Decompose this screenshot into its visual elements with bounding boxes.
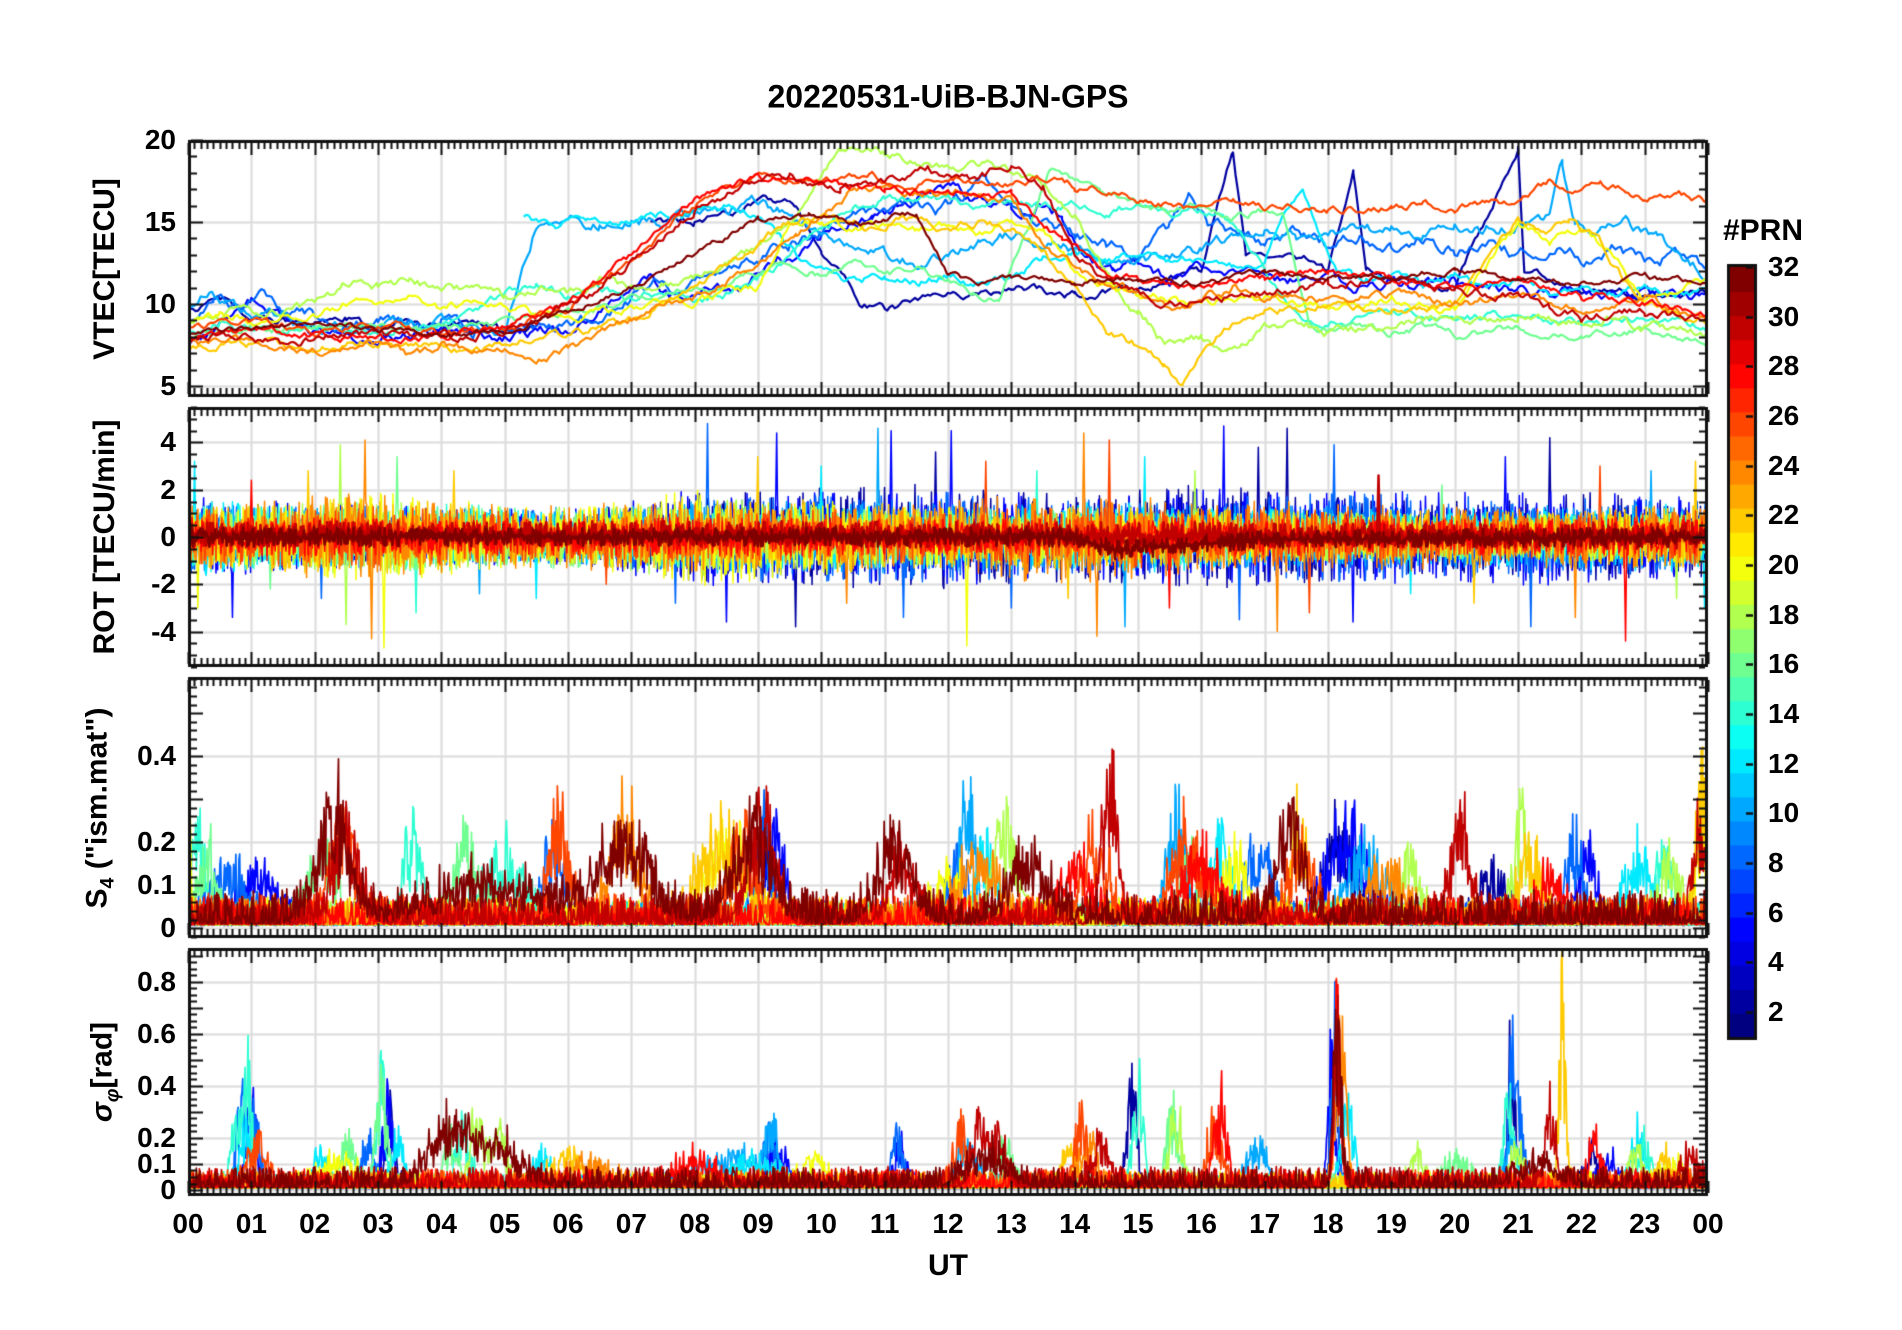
y-tick-label: 0	[160, 1174, 176, 1205]
x-tick-label: 04	[425, 1208, 457, 1239]
y-tick-label: 0.4	[137, 740, 176, 772]
x-tick-label: 13	[995, 1208, 1027, 1239]
x-tick-label: 16	[1185, 1208, 1217, 1239]
y-tick-label: 0.8	[137, 965, 176, 997]
x-tick-label: 07	[615, 1208, 647, 1239]
colorbar-tick-label: 2	[1768, 996, 1784, 1028]
y-tick-label: 0	[160, 521, 176, 552]
x-tick-label: 22	[1565, 1208, 1597, 1239]
x-tick-label: 00	[1692, 1208, 1724, 1239]
x-tick-label: 19	[1375, 1208, 1407, 1239]
colorbar-tick-label: 32	[1768, 251, 1800, 282]
x-tick-label: 11	[869, 1208, 900, 1239]
x-tick-label: 02	[299, 1208, 331, 1239]
colorbar-tick-label: 10	[1768, 797, 1800, 829]
x-tick-label: 14	[1059, 1208, 1091, 1239]
chart-title: 20220531-UiB-BJN-GPS	[767, 78, 1129, 115]
colorbar-tick-label: 22	[1768, 499, 1800, 531]
x-tick-label: 09	[742, 1208, 774, 1239]
x-tick-label: 00	[172, 1208, 204, 1239]
y-tick-label: 0.4	[137, 1069, 176, 1101]
colorbar-tick-label: 8	[1768, 847, 1784, 879]
y-tick-label: 20	[144, 124, 176, 155]
panel-rot	[188, 407, 1708, 667]
y-tick-label: 4	[160, 426, 176, 458]
colorbar-tick-label: 6	[1768, 896, 1784, 928]
colorbar-tick-label: 4	[1768, 946, 1784, 978]
panel-vtec	[188, 140, 1708, 397]
x-tick-label: 03	[362, 1208, 394, 1239]
colorbar-tick-label: 26	[1768, 400, 1800, 432]
x-tick-label: 17	[1249, 1208, 1281, 1239]
x-tick-label: 12	[932, 1208, 964, 1239]
colorbar-tick-label: 12	[1768, 747, 1800, 779]
x-tick-label: 08	[679, 1208, 711, 1239]
colorbar-tick-label: 30	[1768, 300, 1800, 332]
x-tick-label: 20	[1439, 1208, 1471, 1239]
colorbar-tick-label: 14	[1768, 698, 1800, 730]
x-tick-label: 18	[1312, 1208, 1344, 1239]
y-tick-label: 0.1	[137, 869, 176, 901]
y-axis-label-sigma_phi: σφ[rad]	[85, 1021, 124, 1123]
y-tick-label: 2	[160, 473, 176, 505]
x-tick-label: 21	[1502, 1208, 1534, 1239]
x-tick-label: 15	[1122, 1208, 1154, 1239]
x-tick-label: 10	[805, 1208, 837, 1239]
x-axis-label: UT	[928, 1249, 968, 1282]
colorbar-tick-label: 24	[1768, 449, 1800, 481]
y-tick-label: 0.6	[137, 1017, 176, 1049]
panel-s4	[188, 677, 1708, 938]
y-axis-label-vtec: VTEC[TECU]	[88, 177, 121, 360]
x-tick-label: 01	[235, 1208, 267, 1239]
panel-sigma-phi	[188, 948, 1708, 1196]
colorbar-tick-label: 28	[1768, 350, 1800, 382]
y-tick-label: 15	[144, 206, 176, 237]
y-tick-label: 5	[160, 370, 176, 401]
colorbar-tick-label: 20	[1768, 549, 1800, 581]
colorbar-title: #PRN	[1722, 214, 1804, 247]
y-tick-label: 0	[160, 912, 176, 944]
figure: 20220531-UiB-BJN-GPS UT #PRN 20 15 10 5 VTEC…	[0, 0, 1902, 1330]
y-axis-label-rot: ROT [TECU/min]	[88, 419, 121, 655]
colorbar	[1730, 267, 1754, 1037]
colorbar-tick-label: 16	[1768, 648, 1800, 680]
y-axis-label-s4: S4 ("ism.mat")	[80, 706, 119, 909]
colorbar-tick-label: 18	[1768, 598, 1800, 630]
y-tick-label: -4	[151, 615, 176, 647]
x-tick-label: 05	[489, 1208, 521, 1239]
x-tick-label: 23	[1629, 1208, 1661, 1239]
y-tick-label: -2	[151, 568, 176, 600]
y-tick-label: 0.2	[137, 826, 176, 858]
y-tick-label: 10	[144, 288, 176, 319]
x-tick-label: 06	[552, 1208, 584, 1239]
